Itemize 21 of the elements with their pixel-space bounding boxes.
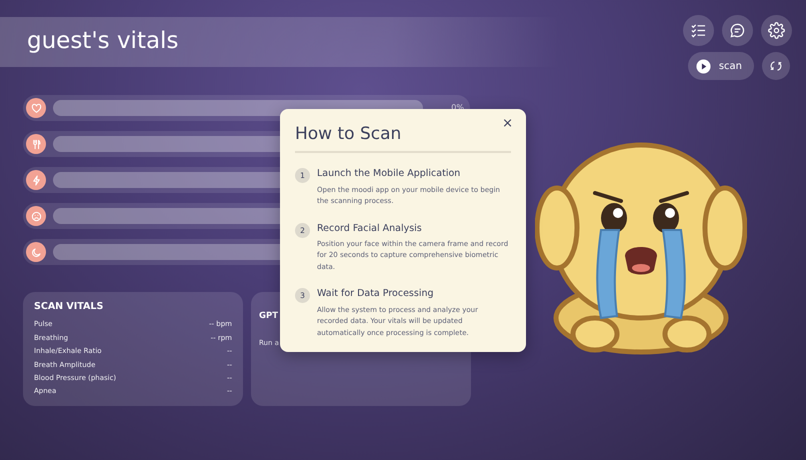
- step-title: Wait for Data Processing: [317, 287, 435, 302]
- fork-knife-icon: [30, 138, 42, 150]
- panel-title: GPT: [259, 311, 278, 322]
- frown-icon: [30, 210, 42, 222]
- checklist-button[interactable]: [683, 15, 714, 46]
- step-title: Record Facial Analysis: [317, 222, 423, 236]
- settings-icon: [768, 22, 785, 39]
- lightning-icon: [30, 174, 42, 186]
- panel-title: SCAN VITALS: [34, 301, 104, 312]
- checklist-icon: [691, 23, 706, 38]
- play-icon: [696, 58, 711, 74]
- heart-icon: [30, 102, 42, 114]
- settings-button[interactable]: [761, 15, 792, 46]
- step-title: Launch the Mobile Application: [317, 167, 462, 182]
- page-title: guest's vitals: [27, 28, 178, 56]
- chat-button[interactable]: [722, 15, 753, 46]
- scan-button[interactable]: scan: [688, 52, 754, 80]
- chat-icon: [730, 23, 745, 38]
- moon-icon: [30, 246, 42, 258]
- refresh-button[interactable]: [762, 52, 790, 80]
- refresh-icon: [770, 60, 782, 72]
